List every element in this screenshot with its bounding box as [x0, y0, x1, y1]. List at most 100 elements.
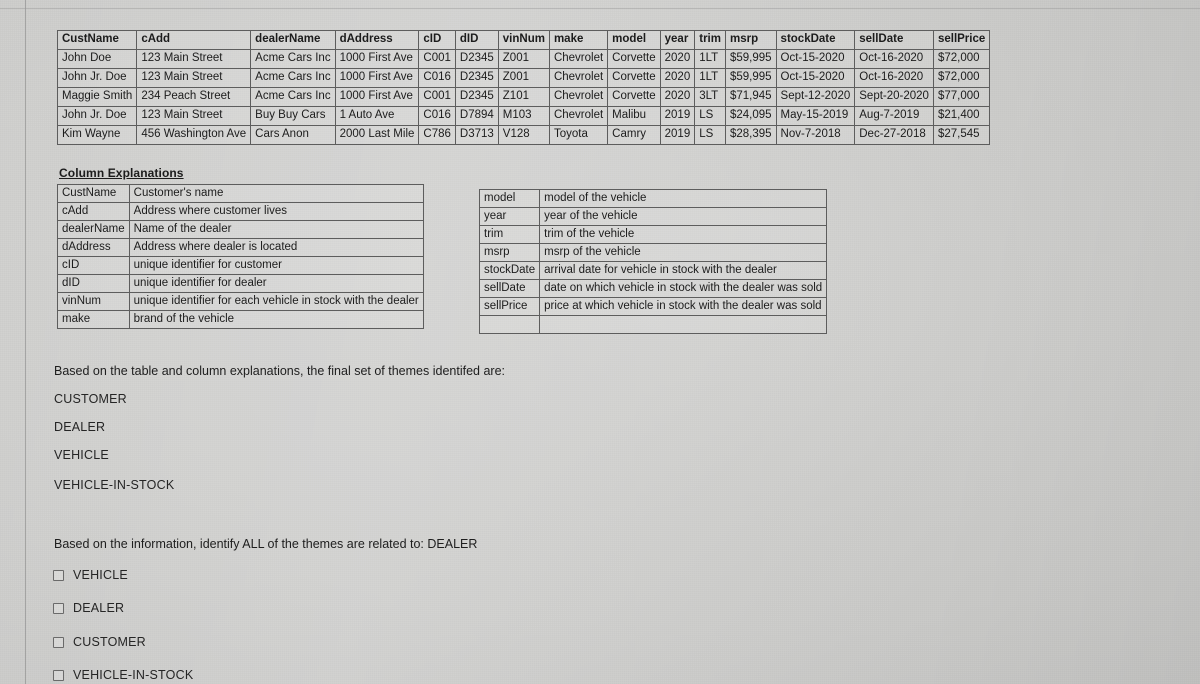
cell-custname: John Jr. Doe: [56, 106, 138, 126]
theme-item-vehicle-in-stock: VEHICLE-IN-STOCK: [54, 478, 175, 492]
cell-model: Camry: [607, 125, 661, 145]
explanation-desc: msrp of the vehicle: [539, 243, 828, 262]
theme-item-customer: CUSTOMER: [54, 392, 127, 406]
checkbox-icon[interactable]: [53, 569, 64, 581]
cell-selldate: Dec-27-2018: [854, 125, 934, 145]
explanation-desc: Address where customer lives: [128, 202, 424, 221]
option-label: VEHICLE-IN-STOCK: [73, 668, 194, 682]
cell-model: Corvette: [607, 87, 661, 107]
cell-msrp: $28,395: [724, 125, 777, 145]
cell-did: D2345: [454, 68, 499, 88]
checkbox-icon[interactable]: [53, 602, 64, 614]
theme-item-vehicle: VEHICLE: [54, 448, 109, 462]
explanation-key: vinNum: [57, 292, 130, 311]
cell-vinnum: M103: [497, 106, 550, 126]
option-customer[interactable]: CUSTOMER: [53, 635, 146, 649]
cell-model: Malibu: [607, 106, 661, 126]
cell-did: D3713: [454, 125, 499, 145]
cell-make: Toyota: [548, 125, 609, 145]
explanation-desc: unique identifier for each vehicle in st…: [128, 292, 424, 311]
cell-sellprice: $72,000: [932, 68, 991, 88]
theme-item-dealer: DEALER: [54, 420, 106, 434]
explanation-row-empty: [478, 315, 828, 334]
column-header-msrp: msrp: [724, 30, 777, 50]
column-header-cid: cID: [418, 30, 456, 50]
cell-msrp: $59,995: [724, 49, 777, 69]
explanation-key: dealerName: [57, 220, 130, 239]
explanation-row: msrp msrp of the vehicle: [478, 243, 828, 262]
cell-selldate: Sept-20-2020: [854, 87, 934, 107]
cell-dealername: Buy Buy Cars: [250, 106, 336, 126]
cell-year: 2019: [659, 125, 696, 145]
cell-trim: LS: [694, 125, 726, 145]
table-row: John Jr. Doe 123 Main Street Acme Cars I…: [56, 68, 991, 88]
cell-msrp: $59,995: [724, 68, 777, 88]
cell-did: D2345: [454, 49, 499, 69]
column-header-sellprice: sellPrice: [932, 30, 991, 50]
column-header-trim: trim: [694, 30, 726, 50]
column-header-stockdate: stockDate: [775, 30, 856, 50]
cell-cadd: 123 Main Street: [136, 106, 252, 126]
column-header-cadd: cAdd: [136, 30, 252, 50]
column-header-make: make: [548, 30, 609, 50]
explanation-desc: unique identifier for customer: [128, 256, 424, 275]
cell-cid: C016: [418, 106, 456, 126]
explanation-desc: arrival date for vehicle in stock with t…: [539, 261, 828, 280]
cell-trim: 1LT: [694, 68, 726, 88]
cell-did: D2345: [454, 87, 499, 107]
option-vehicle[interactable]: VEHICLE: [53, 568, 128, 582]
column-header-did: dID: [454, 30, 499, 50]
cell-stockdate: May-15-2019: [775, 106, 856, 126]
cell-model: Corvette: [607, 49, 661, 69]
explanation-key: cAdd: [57, 202, 130, 221]
table-row: Maggie Smith 234 Peach Street Acme Cars …: [56, 87, 991, 107]
cell-trim: 3LT: [694, 87, 726, 107]
explanation-row: make brand of the vehicle: [57, 310, 424, 329]
explanation-row: cID unique identifier for customer: [57, 256, 424, 275]
option-label: VEHICLE: [73, 568, 128, 582]
checkbox-icon[interactable]: [53, 636, 64, 648]
explanation-key: dAddress: [57, 238, 130, 257]
column-header-dealername: dealerName: [250, 30, 336, 50]
explanation-key: year: [478, 207, 541, 226]
column-header-custname: CustName: [56, 30, 138, 50]
explanation-key: [478, 315, 541, 334]
cell-msrp: $71,945: [724, 87, 777, 107]
cell-cadd: 123 Main Street: [136, 68, 252, 88]
explanation-row: trim trim of the vehicle: [478, 225, 828, 244]
cell-sellprice: $72,000: [932, 49, 991, 69]
column-explanations-heading: Column Explanations: [59, 166, 184, 180]
explanation-desc: [539, 315, 828, 334]
explanation-desc: unique identifier for dealer: [128, 274, 424, 293]
explanation-row: model model of the vehicle: [478, 189, 828, 208]
cell-make: Chevrolet: [548, 87, 609, 107]
cell-selldate: Aug-7-2019: [854, 106, 934, 126]
cell-daddress: 2000 Last Mile: [334, 125, 420, 145]
table-row: John Doe 123 Main Street Acme Cars Inc 1…: [56, 49, 991, 69]
explanation-desc: trim of the vehicle: [539, 225, 828, 244]
cell-make: Chevrolet: [548, 49, 609, 69]
explanation-row: dAddress Address where dealer is located: [57, 238, 424, 257]
column-explanations-left-table: CustName Customer's name cAdd Address wh…: [57, 184, 424, 329]
option-dealer[interactable]: DEALER: [53, 601, 124, 615]
cell-year: 2020: [659, 68, 696, 88]
cell-vinnum: Z001: [497, 49, 550, 69]
column-header-model: model: [607, 30, 661, 50]
cell-custname: Kim Wayne: [56, 125, 138, 145]
cell-dealername: Acme Cars Inc: [250, 87, 336, 107]
explanation-key: model: [478, 189, 541, 208]
cell-msrp: $24,095: [724, 106, 777, 126]
explanation-row: cAdd Address where customer lives: [57, 202, 424, 221]
left-margin-rule: [25, 0, 26, 684]
explanation-desc: Address where dealer is located: [128, 238, 424, 257]
explanation-row: dID unique identifier for dealer: [57, 274, 424, 293]
explanation-key: CustName: [57, 184, 130, 203]
explanation-desc: date on which vehicle in stock with the …: [539, 279, 828, 298]
explanation-key: sellPrice: [478, 297, 541, 316]
cell-make: Chevrolet: [548, 106, 609, 126]
themes-intro-text: Based on the table and column explanatio…: [54, 364, 505, 378]
column-explanations-right-table: model model of the vehicle year year of …: [478, 189, 828, 334]
checkbox-icon[interactable]: [53, 669, 64, 681]
option-vehicle-in-stock[interactable]: VEHICLE-IN-STOCK: [53, 668, 193, 682]
explanation-desc: model of the vehicle: [539, 189, 828, 208]
